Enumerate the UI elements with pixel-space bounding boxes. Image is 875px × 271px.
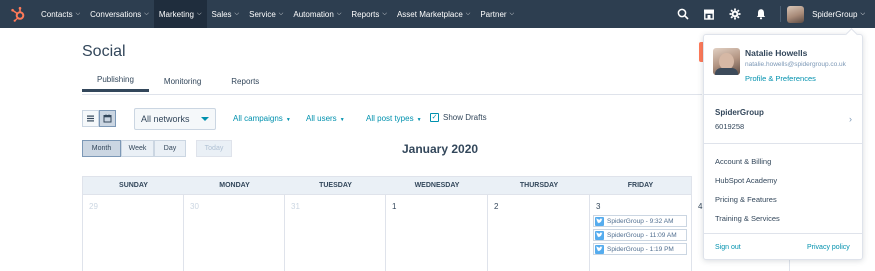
date-number: 2 bbox=[494, 202, 499, 211]
tab-reports[interactable]: Reports bbox=[216, 70, 274, 92]
calendar-day-cell[interactable]: 2 bbox=[488, 195, 590, 271]
avatar bbox=[713, 48, 740, 75]
page-title: Social bbox=[82, 43, 126, 60]
campaign-filter[interactable]: All campaigns ▼ bbox=[233, 114, 291, 123]
hubspot-academy-link[interactable]: HubSpot Academy bbox=[715, 176, 777, 185]
calendar-day-cell[interactable]: 29 bbox=[83, 195, 184, 271]
gear-icon[interactable] bbox=[722, 0, 748, 28]
chevron-down-icon: ⌵ bbox=[196, 10, 202, 17]
tab-publishing[interactable]: Publishing bbox=[82, 70, 149, 92]
hub-id: 6019258 bbox=[715, 122, 745, 131]
divider bbox=[704, 233, 862, 234]
user-email: natalie.howells@spidergroup.co.uk bbox=[745, 61, 846, 68]
date-number: 3 bbox=[596, 202, 601, 211]
show-drafts-checkbox[interactable]: ✓ bbox=[430, 113, 439, 122]
date-number: 29 bbox=[89, 202, 98, 211]
top-navigation: Contacts ⌵ Conversations ⌵ Marketing ⌵ Sale… bbox=[0, 0, 875, 28]
post-type-filter[interactable]: All post types ▼ bbox=[366, 114, 422, 123]
chevron-down-icon: ⌵ bbox=[278, 10, 284, 17]
calendar-day-cell[interactable]: 3 SpiderGroup - 9:32 AM SpiderGroup - 11… bbox=[590, 195, 691, 271]
calendar-header: SUNDAY MONDAY TUESDAY WEDNESDAY THURSDAY… bbox=[82, 176, 692, 195]
chevron-down-icon[interactable]: ⌵ bbox=[860, 11, 865, 18]
today-button[interactable]: Today bbox=[196, 140, 232, 157]
weekday-label: THURSDAY bbox=[519, 182, 559, 189]
chevron-down-icon: ⌵ bbox=[234, 10, 240, 17]
nav-divider bbox=[780, 6, 782, 22]
date-number: 4 bbox=[698, 202, 703, 211]
hubspot-logo-icon[interactable] bbox=[0, 0, 36, 28]
weekday-label: MONDAY bbox=[219, 182, 250, 189]
pricing-features-link[interactable]: Pricing & Features bbox=[715, 195, 777, 204]
nav-partner[interactable]: Partner ⌵ bbox=[475, 0, 519, 28]
twitter-icon bbox=[595, 244, 604, 254]
nav-asset-marketplace[interactable]: Asset Marketplace ⌵ bbox=[392, 0, 475, 28]
caret-down-icon bbox=[201, 117, 209, 121]
date-number: 31 bbox=[291, 202, 300, 211]
weekday-label: TUESDAY bbox=[319, 182, 352, 189]
chevron-down-icon: ▼ bbox=[285, 117, 291, 123]
search-icon[interactable] bbox=[670, 0, 696, 28]
twitter-icon bbox=[595, 216, 604, 226]
month-title: January 2020 bbox=[402, 142, 479, 156]
calendar-day-cell[interactable]: 1 bbox=[386, 195, 488, 271]
nav-contacts[interactable]: Contacts ⌵ bbox=[36, 0, 85, 28]
month-button[interactable]: Month bbox=[82, 140, 121, 157]
account-dropdown: Natalie Howells natalie.howells@spidergr… bbox=[703, 28, 863, 260]
bell-icon[interactable] bbox=[748, 0, 774, 28]
nav-marketing[interactable]: Marketing ⌵ bbox=[153, 0, 207, 28]
nav-sales[interactable]: Sales ⌵ bbox=[207, 0, 245, 28]
day-button[interactable]: Day bbox=[154, 140, 186, 157]
calendar-day-cell[interactable]: 30 bbox=[184, 195, 285, 271]
training-services-link[interactable]: Training & Services bbox=[715, 214, 780, 223]
chevron-down-icon: ⌵ bbox=[382, 10, 387, 17]
range-selector: Month Week Day bbox=[82, 140, 186, 157]
account-billing-link[interactable]: Account & Billing bbox=[715, 157, 771, 166]
company-name[interactable]: SpiderGroup bbox=[715, 108, 764, 117]
divider bbox=[704, 143, 862, 144]
view-toggle bbox=[82, 110, 116, 127]
dropdown-notch bbox=[845, 28, 858, 41]
calendar-view-icon[interactable] bbox=[99, 110, 116, 127]
weekday-label: SUNDAY bbox=[119, 182, 148, 189]
calendar-day-cell[interactable]: 31 bbox=[285, 195, 386, 271]
weekday-label: WEDNESDAY bbox=[414, 182, 460, 189]
scheduled-post[interactable]: SpiderGroup - 11:09 AM bbox=[593, 229, 687, 241]
nav-conversations[interactable]: Conversations ⌵ bbox=[85, 0, 154, 28]
chevron-down-icon: ⌵ bbox=[75, 10, 81, 17]
avatar[interactable] bbox=[787, 5, 805, 23]
twitter-icon bbox=[595, 230, 604, 240]
scheduled-post[interactable]: SpiderGroup - 1:19 PM bbox=[593, 243, 687, 255]
calendar-week-row: 29 30 31 1 2 3 SpiderGroup - 9:32 AM Spi… bbox=[82, 195, 692, 271]
tabs-divider bbox=[82, 94, 702, 95]
chevron-down-icon: ⌵ bbox=[144, 10, 149, 17]
divider bbox=[704, 94, 862, 95]
week-button[interactable]: Week bbox=[121, 140, 154, 157]
chevron-down-icon: ⌵ bbox=[465, 10, 471, 17]
weekday-label: FRIDAY bbox=[627, 182, 654, 189]
chevron-down-icon: ⌵ bbox=[509, 10, 515, 17]
date-number: 30 bbox=[190, 202, 199, 211]
nav-reports[interactable]: Reports ⌵ bbox=[346, 0, 392, 28]
marketplace-icon[interactable] bbox=[696, 0, 722, 28]
chevron-down-icon: ⌵ bbox=[336, 10, 342, 17]
tab-bar: Publishing Monitoring Reports bbox=[82, 70, 274, 96]
user-name: Natalie Howells bbox=[745, 48, 808, 58]
nav-service[interactable]: Service ⌵ bbox=[244, 0, 288, 28]
chevron-down-icon: ▼ bbox=[339, 117, 345, 123]
list-view-icon[interactable] bbox=[82, 110, 99, 127]
profile-preferences-link[interactable]: Profile & Preferences bbox=[745, 74, 816, 83]
chevron-down-icon: ▼ bbox=[416, 117, 422, 123]
chevron-right-icon[interactable]: › bbox=[849, 114, 852, 124]
scheduled-post[interactable]: SpiderGroup - 9:32 AM bbox=[593, 215, 687, 227]
user-filter[interactable]: All users ▼ bbox=[306, 114, 345, 123]
account-name[interactable]: SpiderGroup bbox=[812, 10, 857, 19]
sign-out-link[interactable]: Sign out bbox=[715, 244, 741, 251]
network-select[interactable]: All networks bbox=[134, 108, 216, 130]
tab-monitoring[interactable]: Monitoring bbox=[149, 70, 216, 92]
nav-automation[interactable]: Automation ⌵ bbox=[288, 0, 346, 28]
date-number: 1 bbox=[392, 202, 397, 211]
show-drafts-toggle[interactable]: ✓ Show Drafts bbox=[430, 113, 487, 122]
privacy-policy-link[interactable]: Privacy policy bbox=[807, 244, 850, 251]
